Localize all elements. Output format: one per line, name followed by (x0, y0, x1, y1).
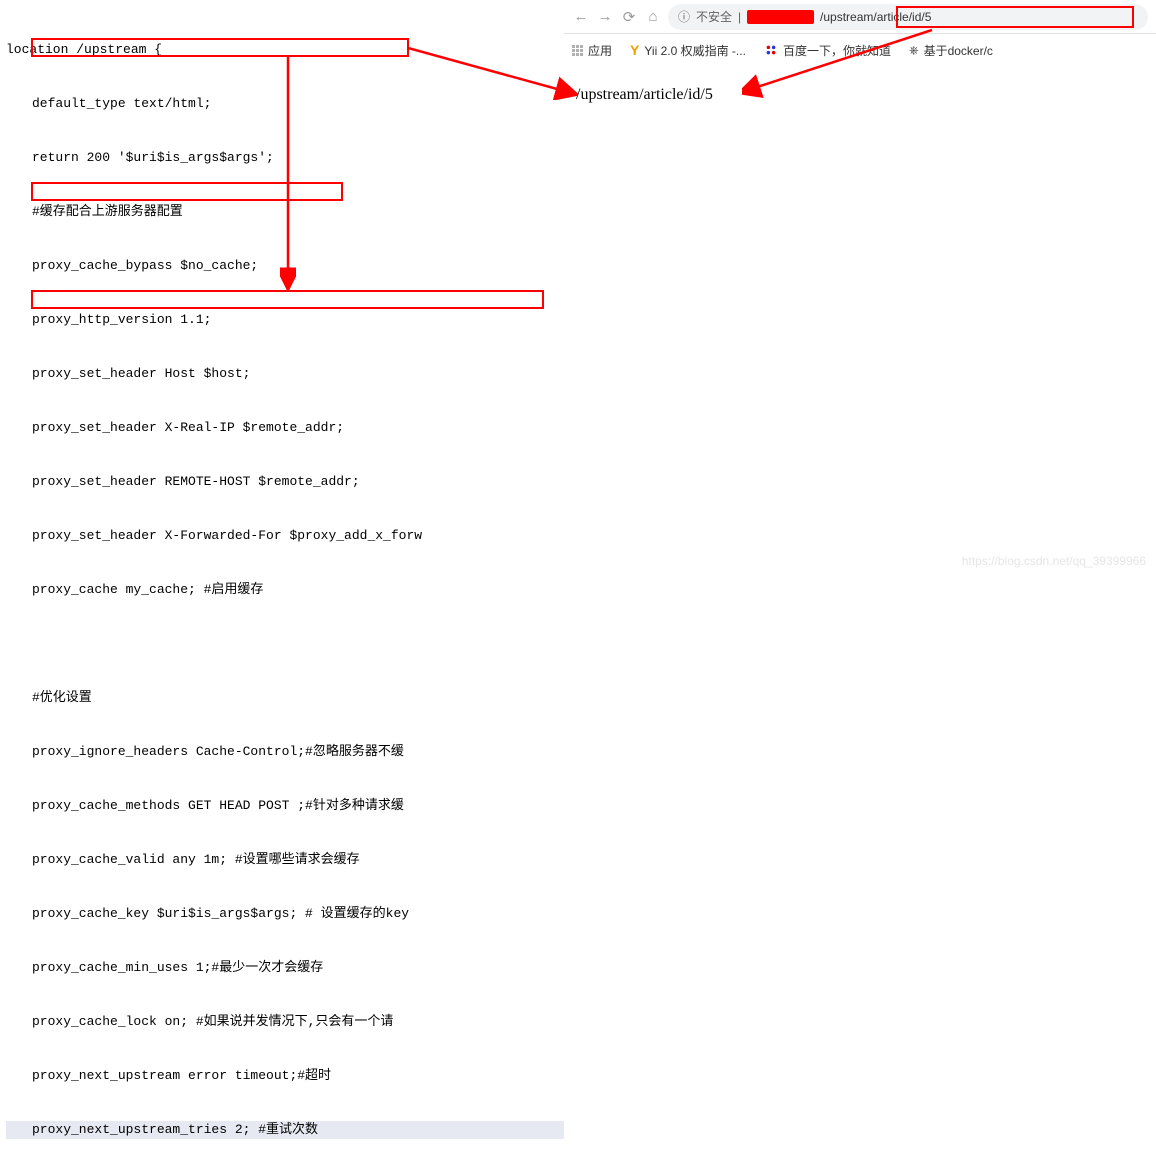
code-line (6, 635, 564, 653)
code-line: #缓存配合上游服务器配置 (6, 203, 564, 221)
code-line: proxy_cache_valid any 1m; #设置哪些请求会缓存 (6, 851, 564, 869)
code-line: proxy_set_header X-Real-IP $remote_addr; (6, 419, 564, 437)
bookmark-label: 百度一下，你就知道 (783, 42, 891, 59)
bookmarks-bar: 应用 Y Yii 2.0 权威指南 -... 百度一下，你就知道 ⎈ 基于doc… (564, 34, 1156, 66)
bookmark-docker[interactable]: ⎈ 基于docker/c (909, 42, 993, 59)
bookmark-label: 基于docker/c (924, 42, 993, 59)
home-icon[interactable]: ⌂ (644, 8, 662, 25)
browser-window: ← → ⟳ ⌂ ⓘ 不安全 | 114.67.105.00/upstream/a… (564, 0, 1156, 576)
code-line: proxy_next_upstream_tries 2; #重试次数 (6, 1121, 564, 1139)
code-line: return 200 '$uri$is_args$args'; (6, 149, 564, 167)
response-body-text: /upstream/article/id/5 (576, 86, 713, 103)
forward-icon[interactable]: → (596, 8, 614, 25)
code-line: proxy_next_upstream error timeout;#超时 (6, 1067, 564, 1085)
browser-toolbar: ← → ⟳ ⌂ ⓘ 不安全 | 114.67.105.00/upstream/a… (564, 0, 1156, 34)
docker-icon: ⎈ (909, 43, 919, 58)
separator: | (738, 10, 741, 24)
code-line: proxy_cache my_cache; #启用缓存 (6, 581, 564, 599)
bookmark-baidu[interactable]: 百度一下，你就知道 (764, 42, 891, 59)
back-icon[interactable]: ← (572, 8, 590, 25)
code-line: proxy_cache_methods GET HEAD POST ;#针对多种… (6, 797, 564, 815)
code-editor: location /upstream { default_type text/h… (0, 0, 564, 576)
bookmark-yii[interactable]: Y Yii 2.0 权威指南 -... (630, 42, 746, 59)
page-content: /upstream/article/id/5 (564, 66, 1156, 124)
address-bar[interactable]: ⓘ 不安全 | 114.67.105.00/upstream/article/i… (668, 4, 1148, 30)
code-line: proxy_cache_bypass $no_cache; (6, 257, 564, 275)
url-redacted-host: 114.67.105.00 (747, 10, 814, 24)
yii-icon: Y (630, 42, 639, 58)
not-secure-label: 不安全 (696, 8, 732, 25)
code-line: #优化设置 (6, 689, 564, 707)
baidu-icon (764, 43, 778, 57)
code-line: proxy_ignore_headers Cache-Control;#忽略服务… (6, 743, 564, 761)
reload-icon[interactable]: ⟳ (620, 8, 638, 26)
code-line: proxy_cache_min_uses 1;#最少一次才会缓存 (6, 959, 564, 977)
apps-icon (572, 45, 583, 56)
code-line: proxy_set_header Host $host; (6, 365, 564, 383)
code-line: proxy_cache_lock on; #如果说并发情况下,只会有一个请 (6, 1013, 564, 1031)
code-line: default_type text/html; (6, 95, 564, 113)
code-line: location /upstream { (6, 41, 564, 59)
code-line: proxy_cache_key $uri$is_args$args; # 设置缓… (6, 905, 564, 923)
code-line: proxy_http_version 1.1; (6, 311, 564, 329)
url-path: /upstream/article/id/5 (820, 10, 931, 24)
apps-button[interactable]: 应用 (572, 42, 612, 59)
code-line: proxy_set_header X-Forwarded-For $proxy_… (6, 527, 564, 545)
bookmark-label: Yii 2.0 权威指南 -... (644, 42, 746, 59)
code-line: proxy_set_header REMOTE-HOST $remote_add… (6, 473, 564, 491)
apps-label: 应用 (588, 42, 612, 59)
watermark: https://blog.csdn.net/qq_39399966 (962, 554, 1146, 568)
info-icon: ⓘ (678, 8, 690, 25)
